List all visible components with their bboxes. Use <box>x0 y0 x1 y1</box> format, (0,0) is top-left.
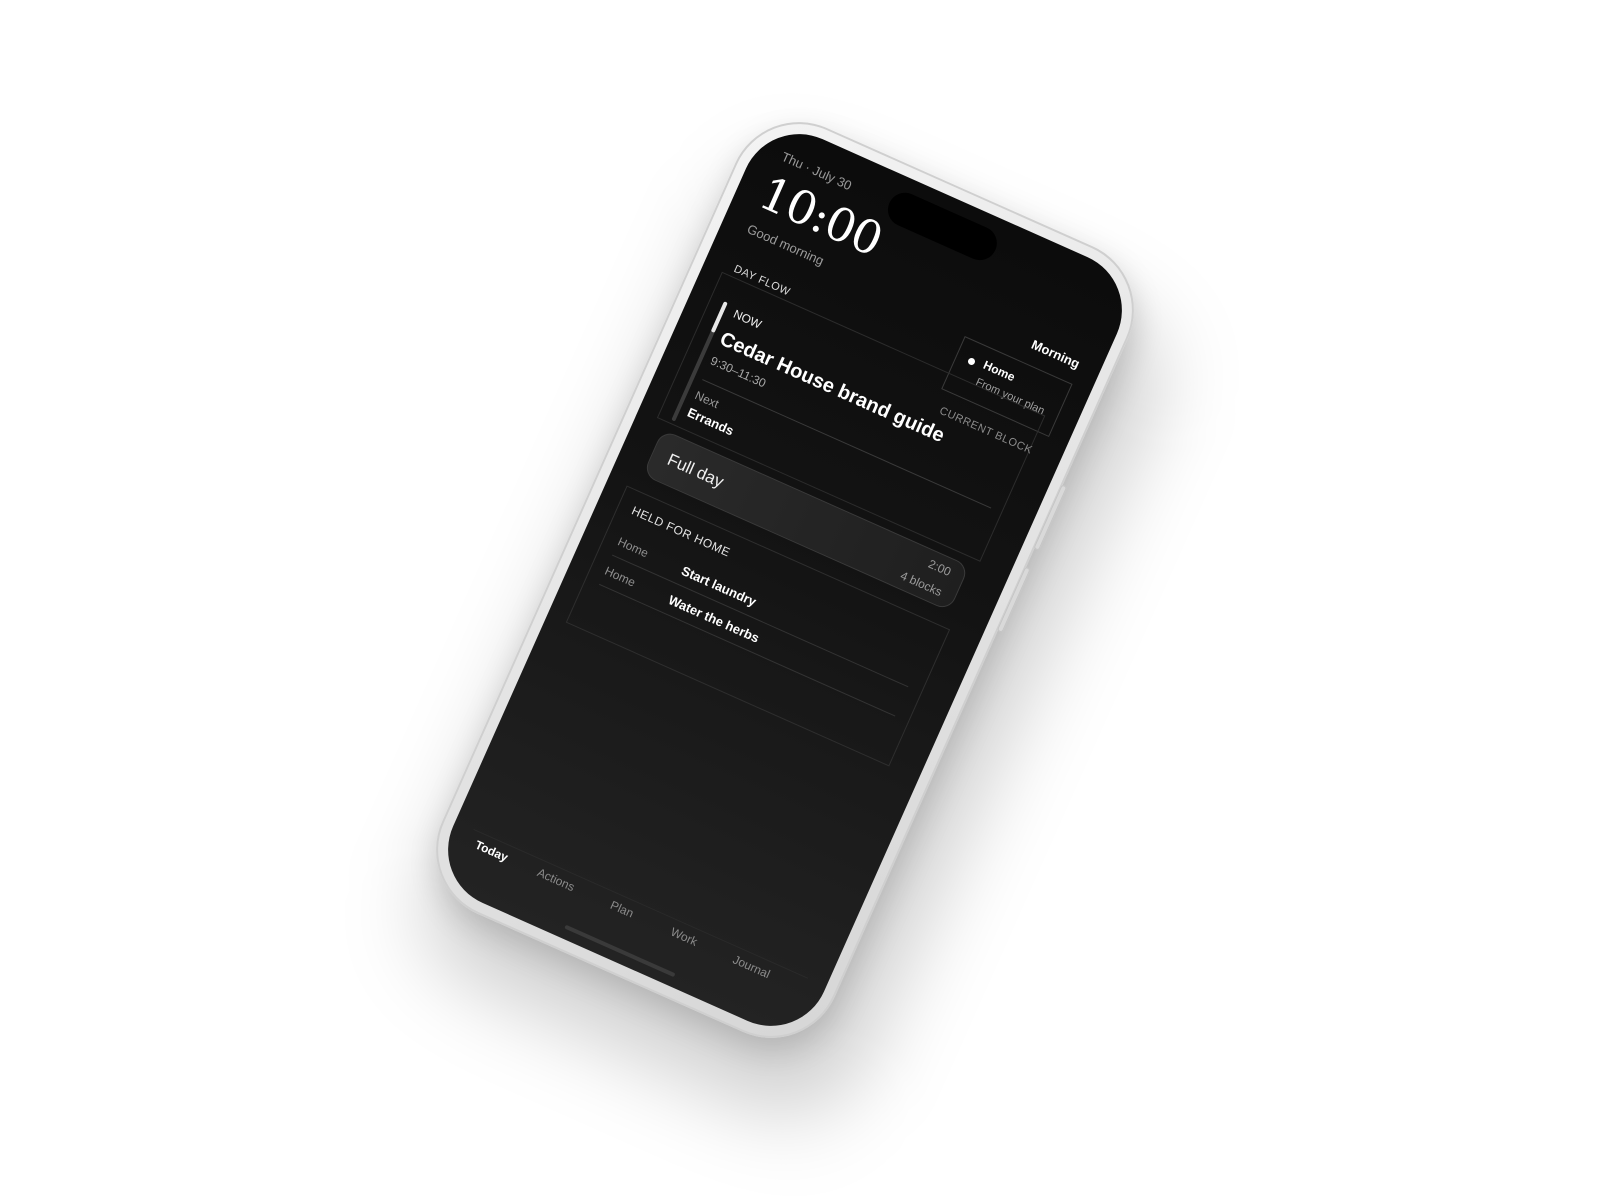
tab-journal[interactable]: Journal <box>731 952 773 981</box>
tab-actions[interactable]: Actions <box>535 865 577 894</box>
full-day-duration: 2:00 <box>926 556 954 579</box>
held-item-category: Home <box>602 563 638 590</box>
held-for-home-card: HELD FOR HOME Home Start laundry Home Wa… <box>565 485 951 767</box>
held-item-category: Home <box>615 534 651 561</box>
full-day-label: Full day <box>664 449 727 492</box>
background: Thu · July 30 10:00 Good morning Morning… <box>0 0 1600 1200</box>
period-label[interactable]: Morning <box>1029 337 1082 372</box>
location-dot-icon <box>966 356 977 367</box>
tab-plan[interactable]: Plan <box>608 898 636 921</box>
